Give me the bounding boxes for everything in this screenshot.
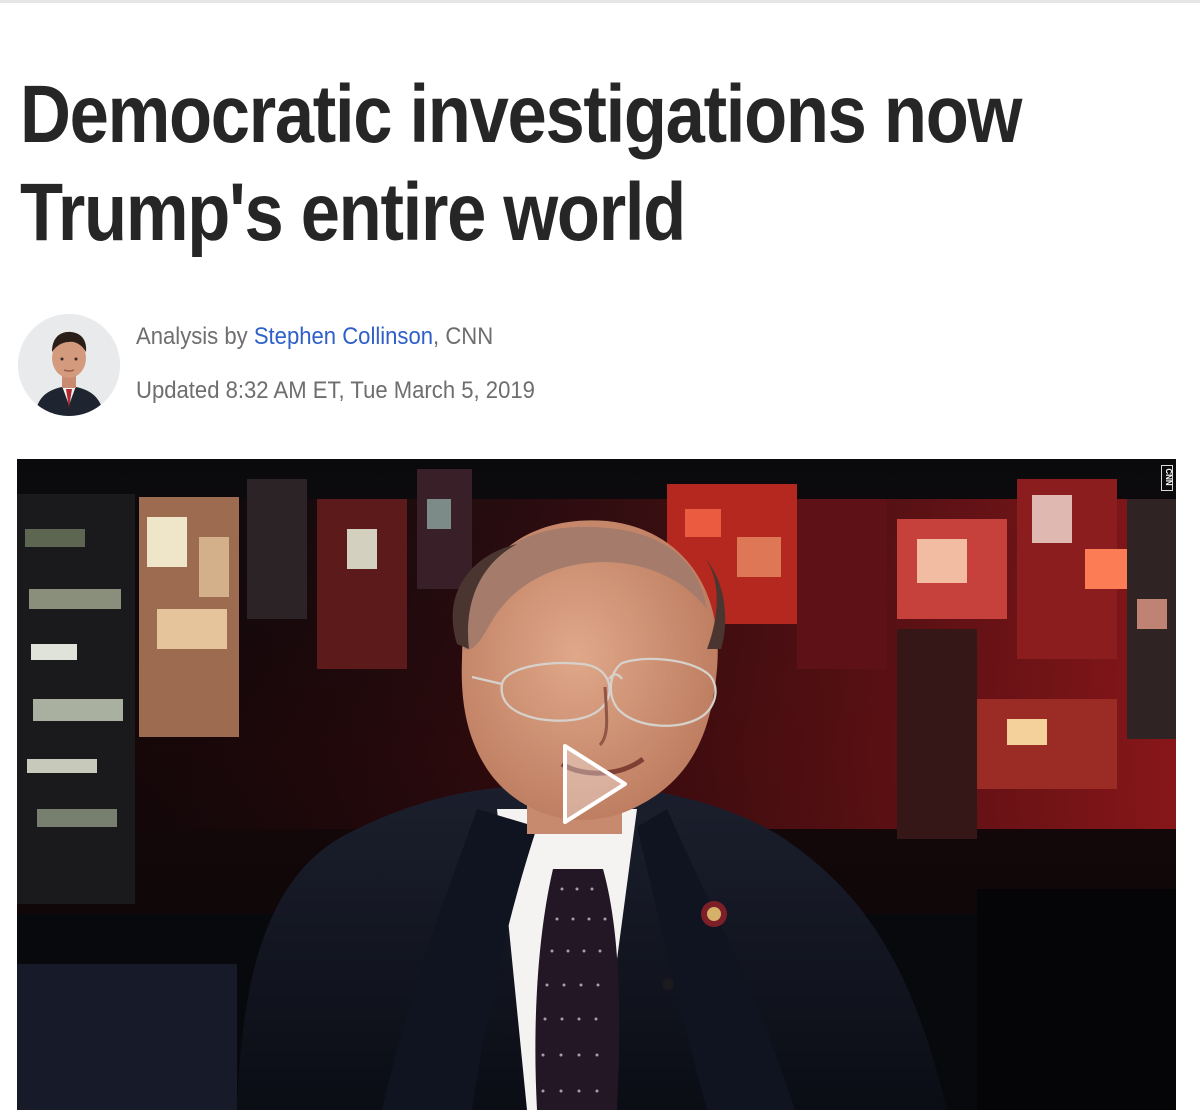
headline-line-1: Democratic investigations now (20, 69, 1022, 160)
updated-timestamp: Updated 8:32 AM ET, Tue March 5, 2019 (136, 377, 535, 404)
byline-suffix: , CNN (433, 323, 494, 350)
play-button[interactable] (555, 740, 631, 828)
byline-prefix: Analysis by (136, 323, 254, 350)
cnn-watermark: CNN (1161, 465, 1173, 491)
headline-line-2: Trump's entire world (20, 167, 686, 258)
watermark-text: CNN (1164, 468, 1173, 486)
top-divider (0, 0, 1200, 3)
author-avatar[interactable] (18, 314, 120, 416)
byline-text: Analysis by Stephen Collinson, CNN Updat… (136, 322, 535, 406)
play-icon (563, 744, 627, 824)
author-line: Analysis by Stephen Collinson, CNN (136, 322, 535, 352)
author-avatar-image (18, 314, 120, 416)
author-link[interactable]: Stephen Collinson (254, 323, 433, 350)
article-headline: Democratic investigations now Trump's en… (20, 66, 1086, 262)
